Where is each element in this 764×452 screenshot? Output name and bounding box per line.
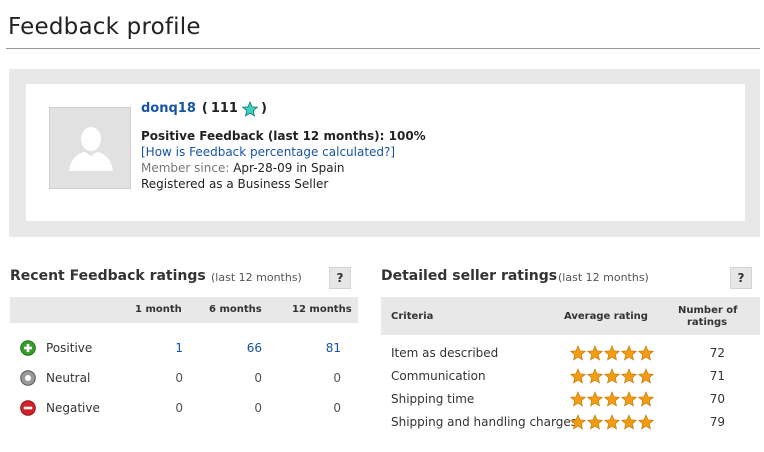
neutral-dot-icon	[20, 370, 36, 386]
rating-star-icon	[621, 391, 637, 407]
count-communication: 71	[709, 369, 725, 383]
neutral-1-month: 0	[175, 371, 183, 385]
rating-star-icon	[604, 414, 620, 430]
col-criteria: Criteria	[391, 311, 434, 322]
col-12-months: 12 months	[292, 304, 352, 315]
seller-type: Registered as a Business Seller	[141, 177, 329, 191]
positive-1-month[interactable]: 1	[143, 341, 183, 355]
stars-shipping-handling	[570, 414, 654, 430]
count-shipping-time: 70	[709, 392, 725, 406]
member-since: Member since: Apr-28-09 in Spain	[141, 160, 426, 176]
col-average-rating: Average rating	[564, 311, 648, 322]
positive-feedback-percentage: Positive Feedback (last 12 months): 100%	[141, 129, 426, 143]
rating-star-icon	[570, 414, 586, 430]
rating-star-icon	[570, 368, 586, 384]
rating-star-icon	[587, 368, 603, 384]
rating-star-icon	[604, 368, 620, 384]
positive-label: Positive	[46, 341, 93, 355]
feedback-star-icon[interactable]	[241, 100, 259, 122]
stars-item-as-described	[570, 345, 654, 361]
col-number-of-ratings-line2: ratings	[687, 317, 728, 328]
neutral-12-months: 0	[333, 371, 341, 385]
profile-panel: donq18 ( 111 ) Positive Feedback (last 1…	[9, 69, 760, 237]
detailed-ratings-help-button[interactable]: ?	[730, 267, 752, 289]
positive-plus-icon	[20, 340, 36, 356]
recent-feedback-title: Recent Feedback ratings	[10, 268, 206, 284]
profile-card: donq18 ( 111 ) Positive Feedback (last 1…	[26, 84, 745, 221]
person-silhouette-icon	[69, 127, 113, 171]
positive-12-months[interactable]: 81	[301, 341, 341, 355]
negative-minus-icon	[20, 400, 36, 416]
title-divider	[6, 48, 760, 49]
score-open-paren: (	[201, 101, 208, 116]
stars-shipping-time	[570, 391, 654, 407]
negative-12-months: 0	[333, 401, 341, 415]
member-since-label: Member since:	[141, 161, 230, 175]
recent-feedback-help-button[interactable]: ?	[329, 267, 351, 289]
neutral-6-months: 0	[254, 371, 262, 385]
rating-star-icon	[604, 391, 620, 407]
member-since-value: Apr-28-09 in Spain	[233, 161, 345, 175]
rating-star-icon	[587, 345, 603, 361]
detailed-ratings-title: Detailed seller ratings	[381, 268, 558, 284]
col-6-months: 6 months	[209, 304, 262, 315]
username-link[interactable]: donq18	[141, 101, 196, 117]
negative-1-month: 0	[175, 401, 183, 415]
detailed-ratings-subtitle: (last 12 months)	[558, 271, 649, 284]
criteria-item-as-described: Item as described	[391, 346, 499, 360]
rating-star-icon	[621, 368, 637, 384]
feedback-score[interactable]: 111	[211, 101, 238, 117]
rating-star-icon	[570, 345, 586, 361]
profile-info: donq18 ( 111 ) Positive Feedback (last 1…	[141, 98, 426, 192]
negative-6-months: 0	[254, 401, 262, 415]
rating-star-icon	[570, 391, 586, 407]
stars-communication	[570, 368, 654, 384]
positive-6-months[interactable]: 66	[222, 341, 262, 355]
rating-star-icon	[604, 345, 620, 361]
neutral-label: Neutral	[46, 371, 91, 385]
recent-feedback-subtitle: (last 12 months)	[211, 271, 302, 284]
score-close-paren: )	[260, 101, 267, 116]
criteria-shipping-handling: Shipping and handling charges	[391, 415, 577, 429]
rating-star-icon	[638, 345, 654, 361]
count-item-as-described: 72	[709, 346, 725, 360]
avatar	[49, 107, 131, 189]
rating-star-icon	[587, 391, 603, 407]
username-line: donq18 ( 111 )	[141, 98, 426, 120]
rating-star-icon	[621, 345, 637, 361]
rating-star-icon	[638, 391, 654, 407]
rating-star-icon	[638, 414, 654, 430]
criteria-shipping-time: Shipping time	[391, 392, 475, 406]
negative-label: Negative	[46, 401, 100, 415]
criteria-communication: Communication	[391, 369, 486, 383]
col-1-month: 1 month	[135, 304, 182, 315]
col-number-of-ratings-line1: Number of	[678, 305, 738, 316]
count-shipping-handling: 79	[709, 415, 725, 429]
rating-star-icon	[587, 414, 603, 430]
rating-star-icon	[638, 368, 654, 384]
rating-star-icon	[621, 414, 637, 430]
page-title: Feedback profile	[8, 14, 201, 40]
feedback-calculation-help-link[interactable]: [How is Feedback percentage calculated?]	[141, 145, 395, 159]
